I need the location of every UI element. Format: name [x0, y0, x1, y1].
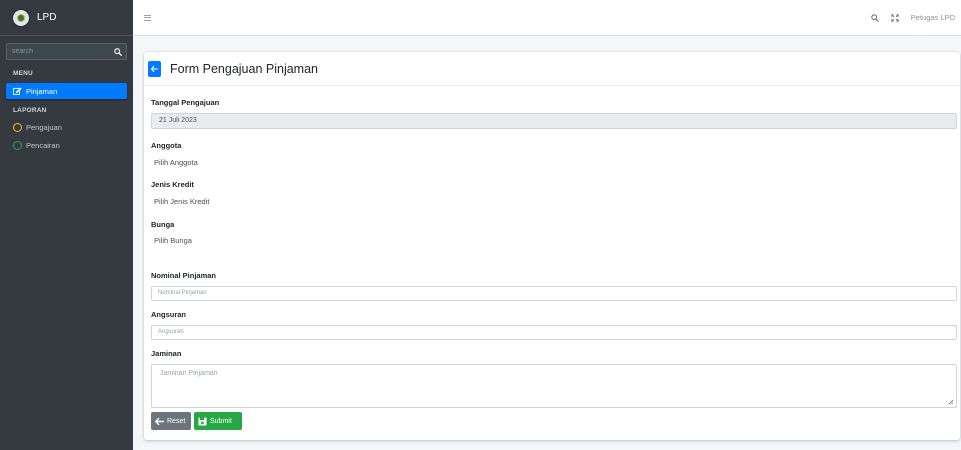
- brand-name: LPD: [37, 12, 57, 23]
- search-icon[interactable]: [871, 13, 879, 22]
- nav-header-laporan: LAPORAN: [13, 107, 47, 114]
- user-name[interactable]: Petugas LPD: [911, 13, 955, 22]
- jenis-kredit-select[interactable]: Pilih Jenis Kredit: [154, 197, 209, 206]
- edit-icon: [13, 87, 22, 95]
- sidebar-item-pengajuan[interactable]: Pengajuan: [6, 120, 127, 135]
- lpd-logo-icon: [13, 9, 29, 26]
- nav-header-menu: MENU: [13, 70, 33, 77]
- arrow-left-icon: [151, 65, 158, 72]
- jaminan-placeholder: Jaminan Pinjaman: [160, 370, 218, 377]
- back-button[interactable]: [148, 60, 161, 77]
- brand-link[interactable]: LPD: [0, 0, 133, 36]
- submit-label: Submit: [210, 417, 232, 425]
- jenis-kredit-label: Jenis Kredit: [151, 180, 194, 189]
- angsuran-label: Angsuran: [151, 310, 187, 319]
- reset-label: Reset: [167, 417, 186, 425]
- search-icon: [113, 47, 122, 56]
- tanggal-label: Tanggal Pengajuan: [151, 98, 220, 107]
- anggota-select[interactable]: Pilih Anggota: [154, 158, 198, 167]
- jaminan-label: Jaminan: [151, 349, 182, 358]
- top-navbar: Petugas LPD: [133, 0, 961, 36]
- nominal-input[interactable]: Nominal Pinjaman: [151, 286, 957, 301]
- jaminan-textarea[interactable]: Jaminan Pinjaman: [151, 364, 957, 408]
- sidebar-item-label: Pinjaman: [26, 86, 58, 96]
- card-header: Form Pengajuan Pinjaman: [144, 52, 960, 86]
- bunga-select[interactable]: Pilih Bunga: [154, 236, 192, 245]
- circle-icon: [13, 123, 22, 132]
- sidebar-search-input[interactable]: [6, 43, 109, 60]
- sidebar-item-pinjaman[interactable]: Pinjaman: [6, 83, 127, 99]
- sidebar-item-pencairan[interactable]: Pencairan: [6, 138, 127, 153]
- sidebar-search: [6, 43, 127, 60]
- anggota-label: Anggota: [151, 141, 182, 150]
- angsuran-input[interactable]: Angsuran: [151, 325, 957, 340]
- resize-handle-icon[interactable]: [948, 399, 954, 405]
- form-card: Form Pengajuan Pinjaman Tanggal Pengajua…: [144, 52, 960, 440]
- arrow-left-icon: [155, 417, 164, 425]
- submit-button[interactable]: Submit: [194, 412, 242, 430]
- sidebar-search-button[interactable]: [109, 43, 127, 60]
- tanggal-field: 21 Juli 2023: [151, 113, 957, 129]
- sidebar: LPD MENU Pinjaman LAPORAN Pengajuan Penc…: [0, 0, 133, 450]
- page-title: Form Pengajuan Pinjaman: [170, 61, 318, 76]
- nominal-label: Nominal Pinjaman: [151, 271, 217, 280]
- bunga-label: Bunga: [151, 220, 175, 229]
- fullscreen-icon[interactable]: [891, 13, 899, 22]
- sidebar-item-label: Pencairan: [26, 141, 60, 150]
- circle-icon: [13, 141, 22, 150]
- save-icon: [198, 416, 207, 426]
- reset-button[interactable]: Reset: [151, 412, 191, 430]
- menu-toggle-icon[interactable]: [144, 14, 151, 21]
- sidebar-item-label: Pengajuan: [26, 123, 62, 132]
